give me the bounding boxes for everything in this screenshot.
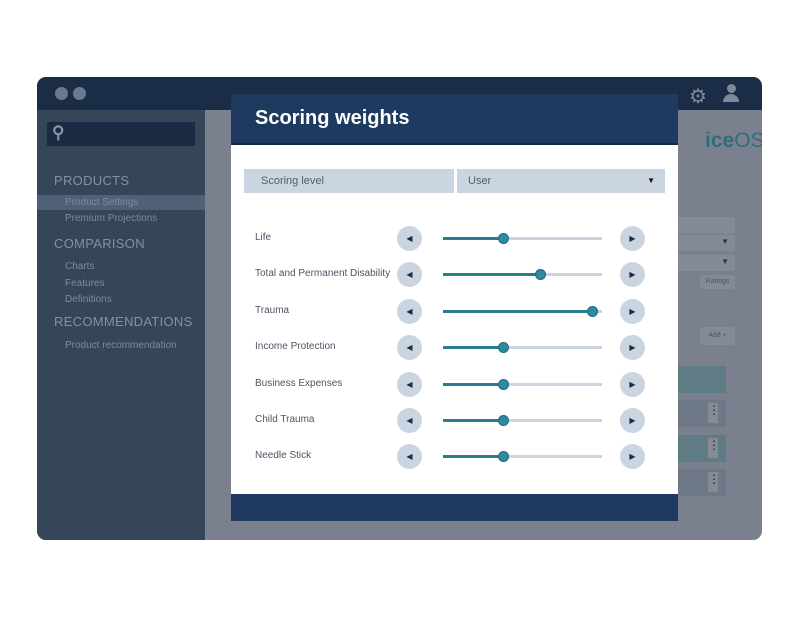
weight-label: Needle Stick [255,450,312,462]
search-input[interactable]: ⚲ [47,122,195,146]
bg-row: ⋮ [678,435,726,462]
increase-button[interactable]: ▶ [620,226,645,251]
weight-label: Life [255,232,272,243]
weight-row: Income Protection ◀ ▶ [231,335,678,361]
decrease-button[interactable]: ◀ [397,262,422,288]
increase-button[interactable]: ▶ [620,298,645,324]
scoring-level-label: Scoring level [244,169,454,193]
weight-label: Total and Permanent Disability [255,268,391,280]
slider-fill [443,237,504,240]
ratings-tab: Ratings [700,275,735,289]
weight-row: Life ◀ ▶ [231,226,678,252]
bg-select: ▼ [677,255,735,271]
caret-left-icon: ◀ [406,416,413,425]
weight-row: Needle Stick ◀ ▶ [231,444,678,470]
weight-label: Trauma [255,304,290,316]
scoring-weights-modal: Scoring weights Scoring level User ▼ Life… [231,94,678,521]
decrease-button[interactable]: ◀ [397,444,422,470]
sidebar-item-features[interactable]: Features [37,276,205,291]
caret-right-icon: ▶ [629,306,636,316]
sidebar-item-charts[interactable]: Charts [37,259,205,274]
caret-left-icon: ◀ [406,343,413,353]
gear-icon[interactable]: ⚙ [689,84,707,109]
slider-thumb[interactable] [498,415,510,426]
bg-field [677,217,735,233]
window-dot[interactable] [55,87,68,100]
decrease-button[interactable]: ◀ [397,371,422,397]
caret-left-icon: ◀ [406,379,413,389]
weight-slider[interactable] [443,451,602,463]
weight-label: Income Protection [255,341,336,353]
section-comparison: COMPARISON [54,236,145,251]
scoring-level-value: User [468,175,492,187]
increase-button[interactable]: ▶ [620,335,645,361]
slider-thumb[interactable] [498,233,510,244]
slider-fill [443,346,504,350]
weight-label: Child Trauma [255,414,315,425]
user-icon[interactable] [723,84,739,102]
slider-thumb[interactable] [498,378,510,390]
decrease-button[interactable]: ◀ [397,335,422,361]
logo: iceOS [705,129,762,152]
caret-right-icon: ▶ [629,452,636,462]
increase-button[interactable]: ▶ [620,408,645,433]
caret-right-icon: ▶ [629,343,636,353]
slider-fill [443,419,504,422]
bg-row: ⋮ [678,469,726,496]
slider-thumb[interactable] [498,451,510,463]
section-recommendations: RECOMMENDATIONS [54,314,193,329]
sidebar-item-product-settings[interactable]: Product Settings [37,195,205,210]
bg-row [678,366,726,393]
modal-footer [231,494,678,521]
caret-right-icon: ▶ [629,270,636,280]
weight-slider[interactable] [443,342,602,354]
increase-button[interactable]: ▶ [620,262,645,288]
slider-fill [443,273,540,277]
decrease-button[interactable]: ◀ [397,408,422,433]
weight-slider[interactable] [443,269,602,281]
caret-left-icon: ◀ [406,270,413,280]
caret-left-icon: ◀ [406,306,413,316]
add-button: Add + [700,327,735,345]
window-dot[interactable] [73,87,86,100]
slider-fill [443,455,504,459]
increase-button[interactable]: ▶ [620,371,645,397]
slider-thumb[interactable] [498,342,510,354]
section-products: PRODUCTS [54,173,130,188]
sidebar-item-definitions[interactable]: Definitions [37,292,205,307]
weight-slider[interactable] [443,305,602,317]
weight-label: Business Expenses [255,377,343,389]
decrease-button[interactable]: ◀ [397,298,422,324]
weight-slider[interactable] [443,415,602,426]
increase-button[interactable]: ▶ [620,444,645,470]
scoring-level-select[interactable]: User ▼ [457,169,665,193]
sidebar-item-premium-projections[interactable]: Premium Projections [37,211,205,226]
weight-row: Total and Permanent Disability ◀ ▶ [231,262,678,288]
caret-right-icon: ▶ [629,379,636,389]
decrease-button[interactable]: ◀ [397,226,422,251]
bg-select: ▼ [677,235,735,251]
weight-row: Child Trauma ◀ ▶ [231,408,678,434]
search-icon: ⚲ [52,123,65,142]
weight-row: Business Expenses ◀ ▶ [231,371,678,398]
caret-left-icon: ◀ [406,452,413,462]
slider-fill [443,382,504,386]
slider-fill [443,309,593,313]
weight-slider[interactable] [443,378,602,390]
chevron-down-icon: ▼ [647,176,655,185]
caret-right-icon: ▶ [629,234,636,243]
sidebar-item-product-recommendation[interactable]: Product recommendation [37,338,205,353]
caret-left-icon: ◀ [406,234,413,243]
slider-thumb[interactable] [587,305,599,317]
bg-row: ⋮ [678,400,726,427]
modal-title: Scoring weights [231,94,678,145]
caret-right-icon: ▶ [629,416,636,425]
weight-row: Trauma ◀ ▶ [231,298,678,325]
weight-slider[interactable] [443,233,602,244]
sidebar: ⚲ PRODUCTS Product Settings Premium Proj… [37,110,205,540]
slider-thumb[interactable] [534,269,546,281]
